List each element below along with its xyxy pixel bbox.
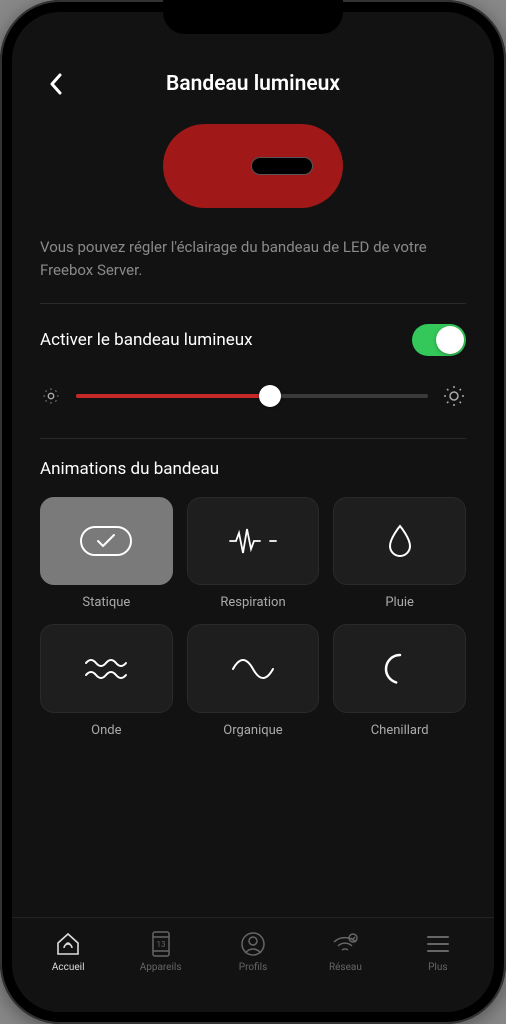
page-title: Bandeau lumineux — [166, 72, 340, 96]
phone-frame: Bandeau lumineux Vous pouvez régler l'éc… — [0, 0, 506, 1024]
header: Bandeau lumineux — [40, 72, 466, 96]
animation-item-statique: Statique — [40, 497, 173, 610]
tab-label: Accueil — [52, 962, 85, 973]
tab-label: Profils — [239, 962, 267, 973]
tab-plus[interactable]: Plus — [392, 930, 484, 973]
tab-label: Appareils — [140, 962, 182, 973]
animation-item-onde: Onde — [40, 624, 173, 737]
devices-icon: 13 — [147, 930, 175, 958]
animation-tile-chenillard[interactable] — [333, 624, 466, 712]
animation-tile-respiration[interactable] — [187, 497, 320, 585]
slider-thumb — [259, 385, 281, 407]
animation-tile-pluie[interactable] — [333, 497, 466, 585]
divider — [40, 303, 466, 304]
animation-label: Statique — [82, 595, 130, 610]
tab-appareils[interactable]: 13 Appareils — [114, 930, 206, 973]
animation-tile-onde[interactable] — [40, 624, 173, 712]
animation-item-chenillard: Chenillard — [333, 624, 466, 737]
description-text: Vous pouvez régler l'éclairage du bandea… — [40, 236, 466, 281]
device-capsule — [163, 124, 343, 208]
sine-icon — [231, 657, 275, 681]
profile-icon — [239, 930, 267, 958]
home-icon — [54, 930, 82, 958]
tab-label: Réseau — [329, 962, 362, 973]
animations-grid: Statique Respiration Pluie — [40, 497, 466, 738]
pulse-icon — [228, 526, 278, 556]
menu-icon — [424, 930, 452, 958]
enable-toggle[interactable] — [412, 324, 466, 356]
network-icon — [331, 930, 359, 958]
tabbar: Accueil 13 Appareils Profils Réseau — [12, 917, 494, 1012]
brightness-slider-row — [40, 384, 466, 408]
spinner-icon — [383, 652, 417, 686]
notch — [163, 0, 343, 34]
content-area: Bandeau lumineux Vous pouvez régler l'éc… — [12, 12, 494, 917]
back-button[interactable] — [40, 68, 72, 100]
svg-text:13: 13 — [156, 940, 165, 949]
chevron-left-icon — [49, 73, 63, 95]
animation-label: Chenillard — [371, 723, 429, 738]
droplet-icon — [386, 524, 414, 558]
animation-label: Respiration — [220, 595, 285, 610]
slider-fill — [76, 394, 270, 398]
tab-reseau[interactable]: Réseau — [299, 930, 391, 973]
animation-label: Organique — [223, 723, 282, 738]
enable-toggle-row: Activer le bandeau lumineux — [40, 324, 466, 356]
animation-tile-organique[interactable] — [187, 624, 320, 712]
check-capsule-icon — [80, 526, 132, 556]
device-slot — [251, 157, 313, 175]
brightness-high-icon — [442, 384, 466, 408]
brightness-slider[interactable] — [76, 394, 428, 398]
brightness-low-icon — [40, 385, 62, 407]
tab-profils[interactable]: Profils — [207, 930, 299, 973]
animation-label: Onde — [91, 723, 121, 738]
device-illustration — [40, 124, 466, 208]
toggle-knob — [436, 326, 464, 354]
animation-item-respiration: Respiration — [187, 497, 320, 610]
animations-title: Animations du bandeau — [40, 459, 466, 479]
animation-item-organique: Organique — [187, 624, 320, 737]
animation-item-pluie: Pluie — [333, 497, 466, 610]
enable-toggle-label: Activer le bandeau lumineux — [40, 330, 253, 350]
screen: Bandeau lumineux Vous pouvez régler l'éc… — [12, 12, 494, 1012]
animation-label: Pluie — [385, 595, 414, 610]
tab-label: Plus — [428, 962, 447, 973]
tab-accueil[interactable]: Accueil — [22, 930, 114, 973]
animation-tile-statique[interactable] — [40, 497, 173, 585]
divider — [40, 438, 466, 439]
waves-icon — [84, 657, 128, 681]
